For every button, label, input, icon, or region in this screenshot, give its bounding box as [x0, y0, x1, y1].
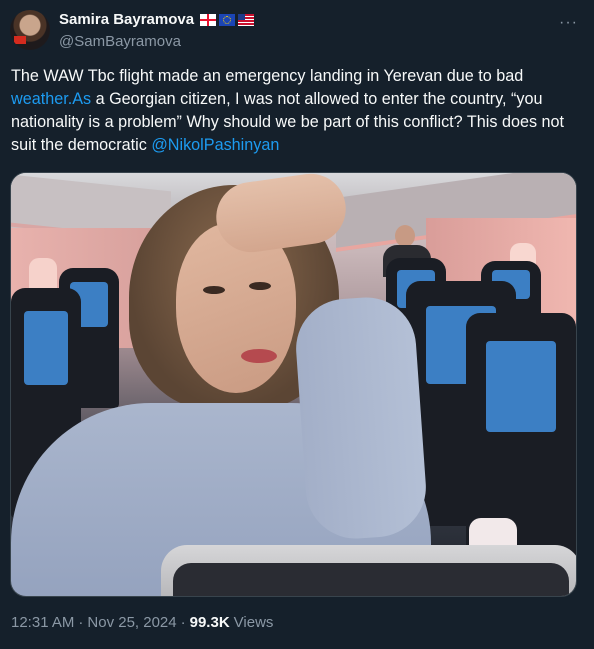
woman-arm: [292, 294, 430, 542]
woman-eye-right: [249, 282, 271, 290]
tweet-photo[interactable]: [10, 172, 577, 597]
author-display-name[interactable]: Samira Bayramova: [59, 11, 194, 28]
tweet-time[interactable]: 12:31 AM: [11, 614, 74, 631]
mention-link[interactable]: @NikolPashinyan: [151, 136, 279, 154]
author-flags: [200, 13, 255, 26]
more-options-icon[interactable]: ···: [559, 14, 578, 32]
front-seat-back: [161, 545, 576, 596]
tweet-text-segment: a Georgian citizen, I was not allowed to…: [11, 90, 565, 154]
author-avatar[interactable]: [10, 10, 50, 50]
tweet-meta: 12:31 AM · Nov 25, 2024 · 99.3K Views: [11, 614, 273, 631]
views-count[interactable]: 99.3K: [190, 614, 230, 631]
georgia-flag-icon: [200, 13, 217, 26]
avatar-flag-detail: [14, 36, 26, 44]
tweet-card: Samira Bayramova @SamBayramova ··· The W…: [0, 0, 594, 649]
eu-flag-icon: [219, 13, 236, 26]
meta-separator: ·: [180, 614, 186, 631]
views-label[interactable]: Views: [234, 614, 274, 631]
woman-lips: [241, 349, 277, 363]
author-handle[interactable]: @SamBayramova: [59, 33, 181, 50]
tweet-text-segment: The WAW Tbc flight made an emergency lan…: [11, 67, 524, 85]
author-name-row: Samira Bayramova: [59, 11, 255, 28]
hashtag-link[interactable]: weather.As: [11, 90, 91, 108]
tweet-date[interactable]: Nov 25, 2024: [87, 614, 176, 631]
tweet-text: The WAW Tbc flight made an emergency lan…: [11, 65, 581, 157]
woman-eye-left: [203, 286, 225, 294]
meta-separator: ·: [78, 614, 84, 631]
us-flag-icon: [238, 13, 255, 26]
